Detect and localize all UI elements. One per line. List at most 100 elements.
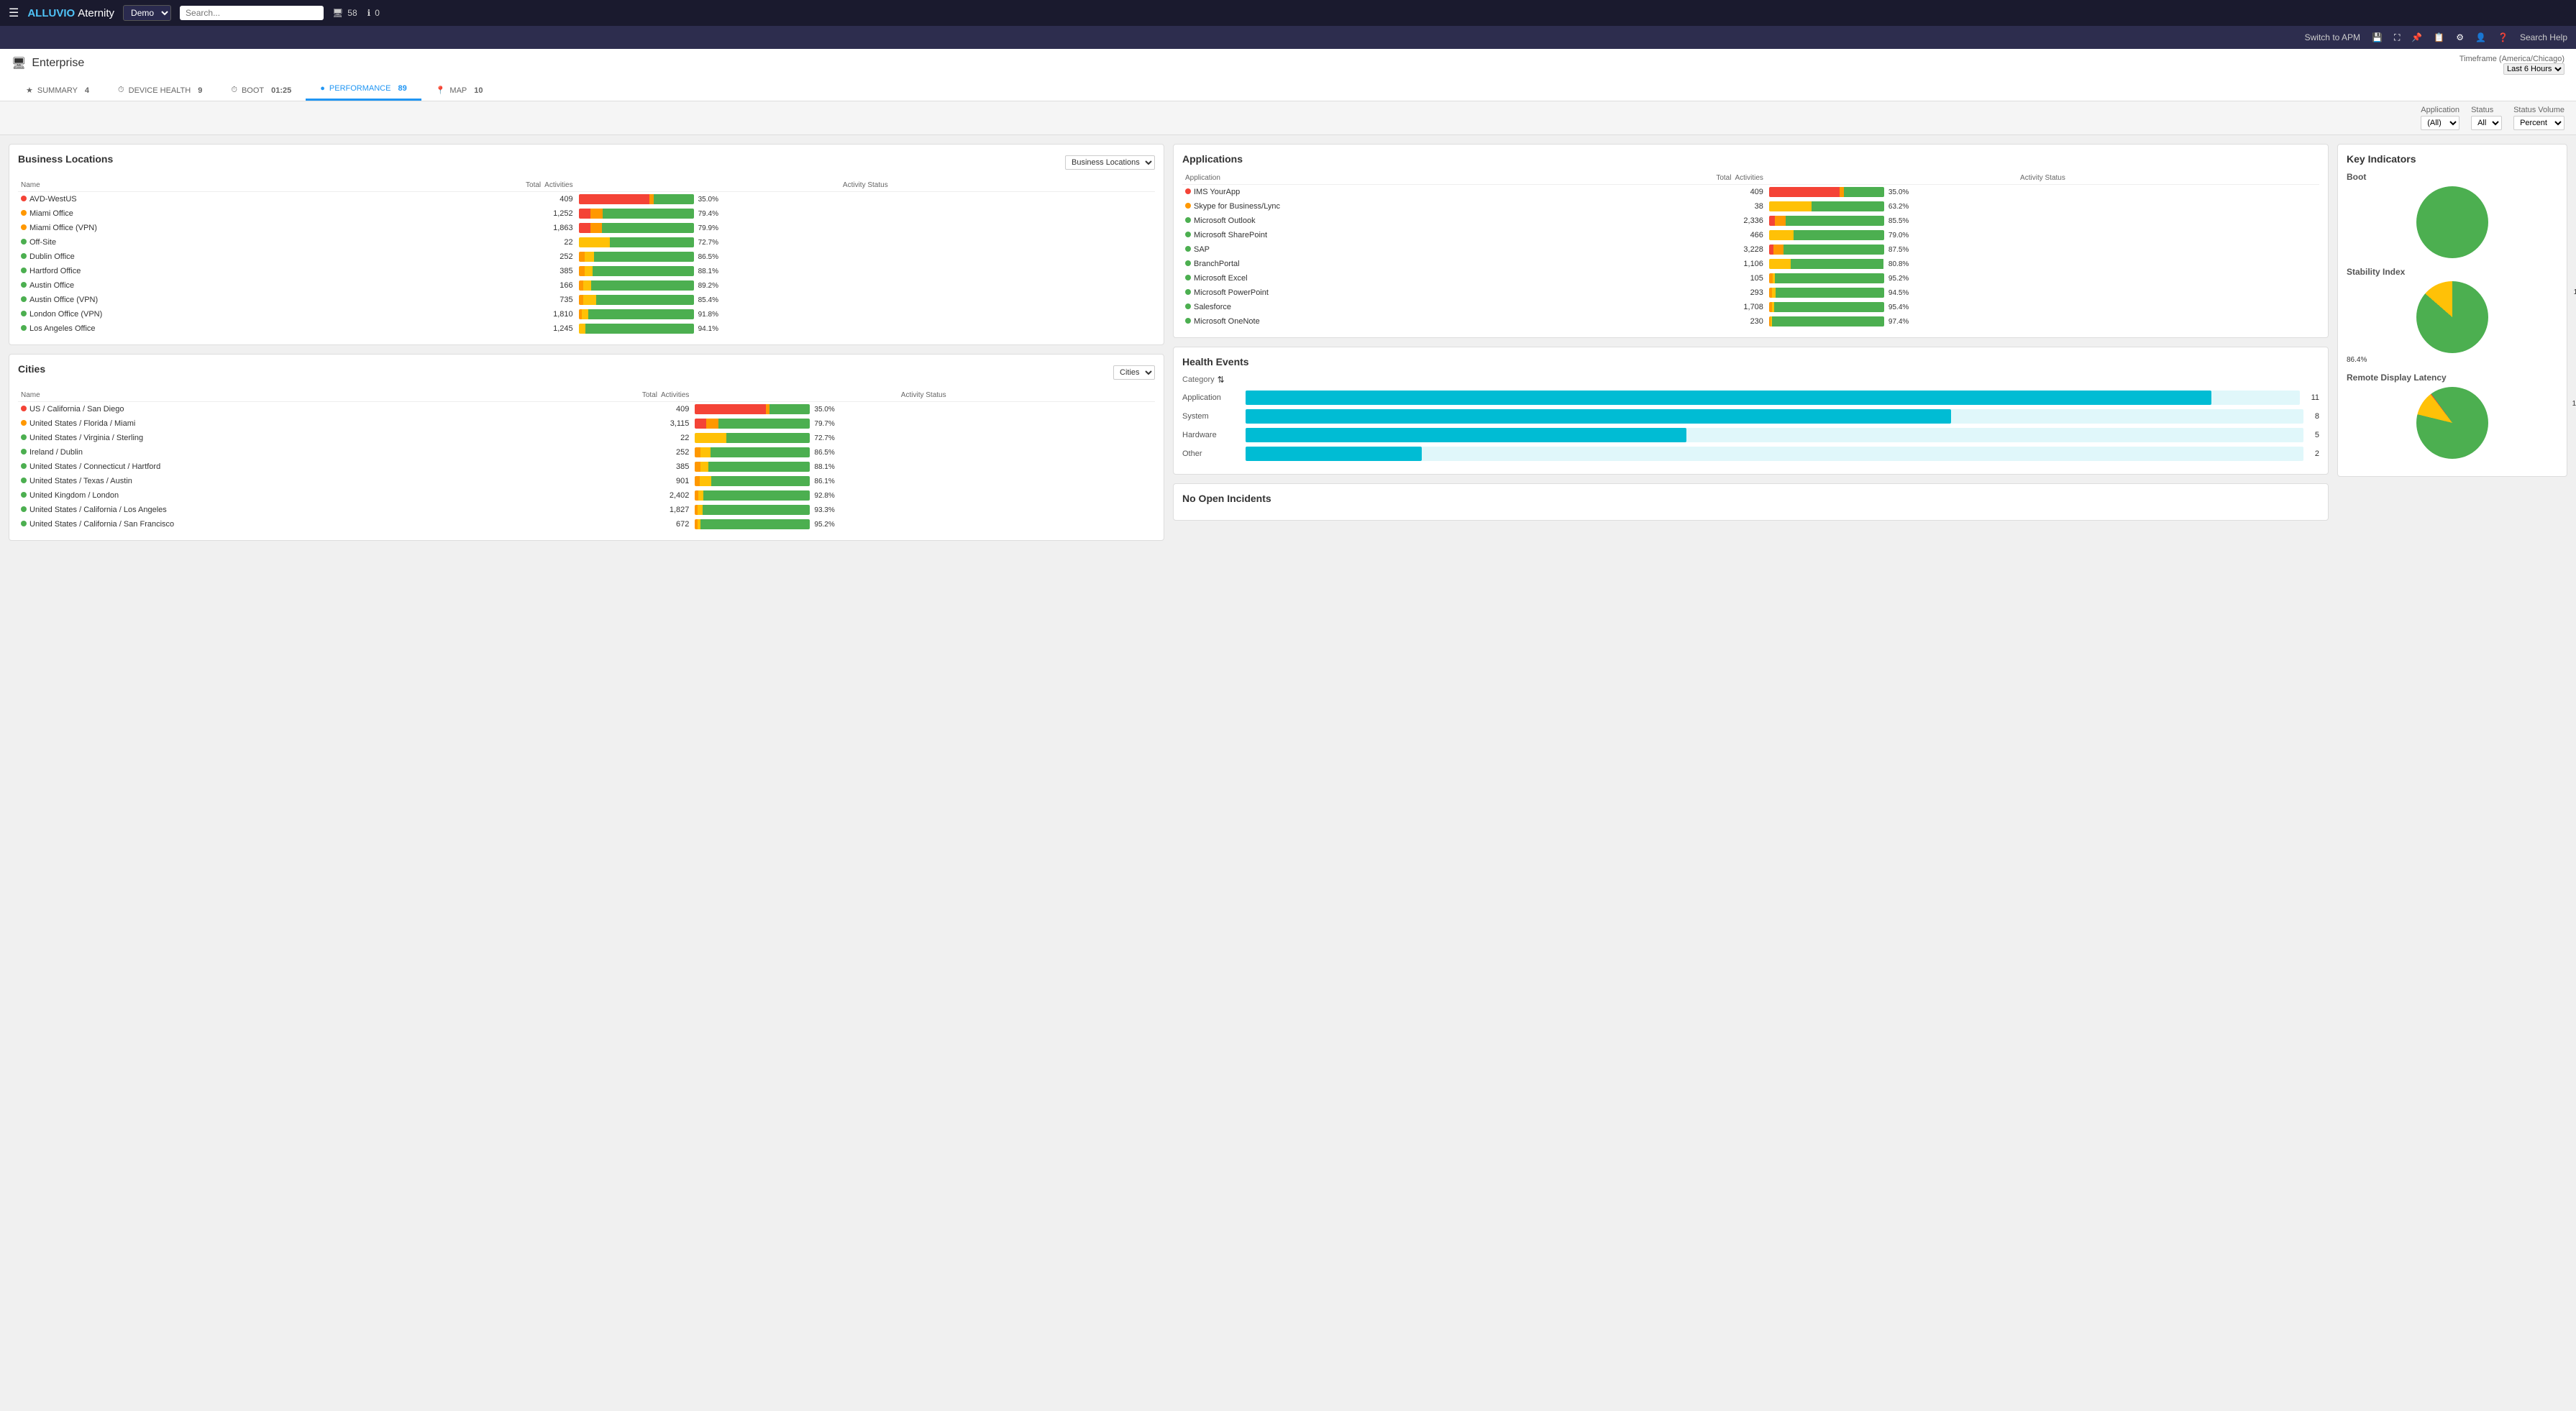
application-select[interactable]: (All): [2421, 116, 2459, 130]
table-row[interactable]: Off-Site2272.7%: [18, 235, 1155, 250]
status-volume-filter: Status Volume Percent: [2513, 106, 2564, 130]
status-volume-select[interactable]: Percent: [2513, 116, 2564, 130]
status-dot: [21, 253, 27, 259]
device_health-tab-icon: ⏱: [118, 86, 124, 95]
status-dot: [1185, 217, 1191, 223]
tab-summary[interactable]: ★SUMMARY4: [12, 78, 104, 101]
business-locations-title: Business Locations: [18, 153, 113, 165]
remote-pct-yellow: 10.9%: [2572, 400, 2576, 408]
help-icon[interactable]: ❓: [2498, 32, 2508, 42]
table-row[interactable]: United States / California / Los Angeles…: [18, 503, 1155, 517]
no-incidents-card: No Open Incidents: [1173, 483, 2329, 521]
cities-select[interactable]: Cities: [1113, 365, 1155, 380]
table-row[interactable]: Salesforce1,70895.4%: [1182, 300, 2319, 314]
copy-icon[interactable]: 📋: [2434, 32, 2444, 42]
col-application: Application: [1182, 172, 1565, 185]
main-tabs: ★SUMMARY4⏱DEVICE HEALTH9⏱BOOT01:25●PERFO…: [12, 78, 2564, 101]
table-row[interactable]: Microsoft PowerPoint29394.5%: [1182, 286, 2319, 300]
cities-table: Name Total Activities Activity Status US…: [18, 389, 1155, 531]
save-icon[interactable]: 💾: [2372, 32, 2383, 42]
table-row[interactable]: United States / Virginia / Sterling2272.…: [18, 431, 1155, 445]
table-row[interactable]: Los Angeles Office1,24594.1%: [18, 321, 1155, 336]
status-dot: [21, 296, 27, 302]
settings-icon[interactable]: ⚙: [2456, 32, 2464, 42]
table-row[interactable]: United Kingdom / London2,40292.8%: [18, 488, 1155, 503]
status-dot: [21, 449, 27, 455]
table-row[interactable]: Hartford Office38588.1%: [18, 264, 1155, 278]
stability-label: Stability Index: [2347, 267, 2558, 277]
status-dot: [1185, 318, 1191, 324]
left-column: Business Locations Business Locations Na…: [9, 144, 1164, 541]
business-locations-card: Business Locations Business Locations Na…: [9, 144, 1164, 345]
table-row[interactable]: Austin Office (VPN)73585.4%: [18, 293, 1155, 307]
health-event-row: System8: [1182, 409, 2319, 424]
map-tab-icon: 📍: [436, 86, 446, 95]
timeframe-select[interactable]: Last 6 Hours: [2503, 63, 2564, 75]
col-total: Total Activities: [365, 179, 576, 192]
boot-pie: [2416, 186, 2488, 258]
tab-boot[interactable]: ⏱BOOT01:25: [216, 78, 306, 101]
table-row[interactable]: BranchPortal1,10680.8%: [1182, 257, 2319, 271]
performance-tab-icon: ●: [320, 84, 325, 93]
table-row[interactable]: Miami Office (VPN)1,86379.9%: [18, 221, 1155, 235]
table-row[interactable]: Miami Office1,25279.4%: [18, 206, 1155, 221]
search-help-button[interactable]: Search Help: [2520, 32, 2567, 42]
status-dot: [21, 311, 27, 316]
table-row[interactable]: SAP3,22887.5%: [1182, 242, 2319, 257]
status-dot: [21, 521, 27, 526]
table-row[interactable]: Austin Office16689.2%: [18, 278, 1155, 293]
tab-map[interactable]: 📍MAP10: [421, 78, 498, 101]
switch-apm-button[interactable]: Switch to APM: [2305, 32, 2360, 42]
pin-icon[interactable]: 📌: [2411, 32, 2422, 42]
status-dot: [21, 434, 27, 440]
col-status: Activity Status: [1766, 172, 2319, 185]
health-event-row: Other2: [1182, 447, 2319, 461]
business-locations-select[interactable]: Business Locations: [1065, 155, 1155, 170]
status-dot: [1185, 275, 1191, 280]
health-event-row: Hardware5: [1182, 428, 2319, 442]
main-content: Business Locations Business Locations Na…: [0, 135, 2576, 549]
status-dot: [1185, 289, 1191, 295]
table-row[interactable]: Microsoft SharePoint46679.0%: [1182, 228, 2319, 242]
table-row[interactable]: Ireland / Dublin25286.5%: [18, 445, 1155, 460]
table-row[interactable]: Microsoft Outlook2,33685.5%: [1182, 214, 2319, 228]
col-total: Total Activities: [524, 389, 692, 402]
table-row[interactable]: United States / California / San Francis…: [18, 517, 1155, 531]
demo-select[interactable]: Demo: [123, 5, 171, 21]
brand-product: Aternity: [78, 7, 114, 19]
boot-label: Boot: [2347, 172, 2558, 182]
tab-performance[interactable]: ●PERFORMANCE89: [306, 78, 421, 101]
table-row[interactable]: Skype for Business/Lync3863.2%: [1182, 199, 2319, 214]
table-row[interactable]: United States / Texas / Austin90186.1%: [18, 474, 1155, 488]
table-row[interactable]: London Office (VPN)1,81091.8%: [18, 307, 1155, 321]
menu-icon[interactable]: ☰: [9, 6, 19, 20]
table-row[interactable]: IMS YourApp40935.0%: [1182, 185, 2319, 200]
stability-pct-yellow: 13.6%: [2574, 288, 2576, 296]
status-select[interactable]: All: [2471, 116, 2502, 130]
sec-nav: Switch to APM 💾 ⛶ 📌 📋 ⚙ 👤 ❓ Search Help: [0, 26, 2576, 49]
stability-pie: [2416, 281, 2488, 353]
expand-icon[interactable]: ⛶: [2394, 32, 2400, 43]
monitor-count: 🖥 58 ℹ 0: [332, 8, 380, 18]
key-indicators-title: Key Indicators: [2347, 153, 2558, 165]
status-dot: [21, 196, 27, 201]
filter-icon[interactable]: ⇅: [1218, 375, 1225, 385]
table-row[interactable]: Microsoft Excel10595.2%: [1182, 271, 2319, 286]
table-row[interactable]: US / California / San Diego40935.0%: [18, 402, 1155, 417]
key-indicators-card: Key Indicators Boot Stability Index 13.6…: [2337, 144, 2567, 477]
remote-display-label: Remote Display Latency: [2347, 373, 2558, 383]
search-input[interactable]: [180, 6, 324, 20]
user-icon[interactable]: 👤: [2475, 32, 2486, 42]
table-row[interactable]: Microsoft OneNote23097.4%: [1182, 314, 2319, 329]
table-row[interactable]: United States / Connecticut / Hartford38…: [18, 460, 1155, 474]
tab-device_health[interactable]: ⏱DEVICE HEALTH9: [104, 78, 216, 101]
boot-section: Boot: [2347, 172, 2558, 258]
table-row[interactable]: AVD-WestUS40935.0%: [18, 192, 1155, 207]
table-row[interactable]: Dublin Office25286.5%: [18, 250, 1155, 264]
table-row[interactable]: United States / Florida / Miami3,11579.7…: [18, 416, 1155, 431]
cities-card: Cities Cities Name Total Activities Acti…: [9, 354, 1164, 541]
remote-display-pie: [2416, 387, 2488, 459]
remote-display-section: Remote Display Latency 0.3% 10.9%: [2347, 373, 2558, 459]
no-incidents-title: No Open Incidents: [1182, 493, 2319, 504]
status-dot: [21, 210, 27, 216]
